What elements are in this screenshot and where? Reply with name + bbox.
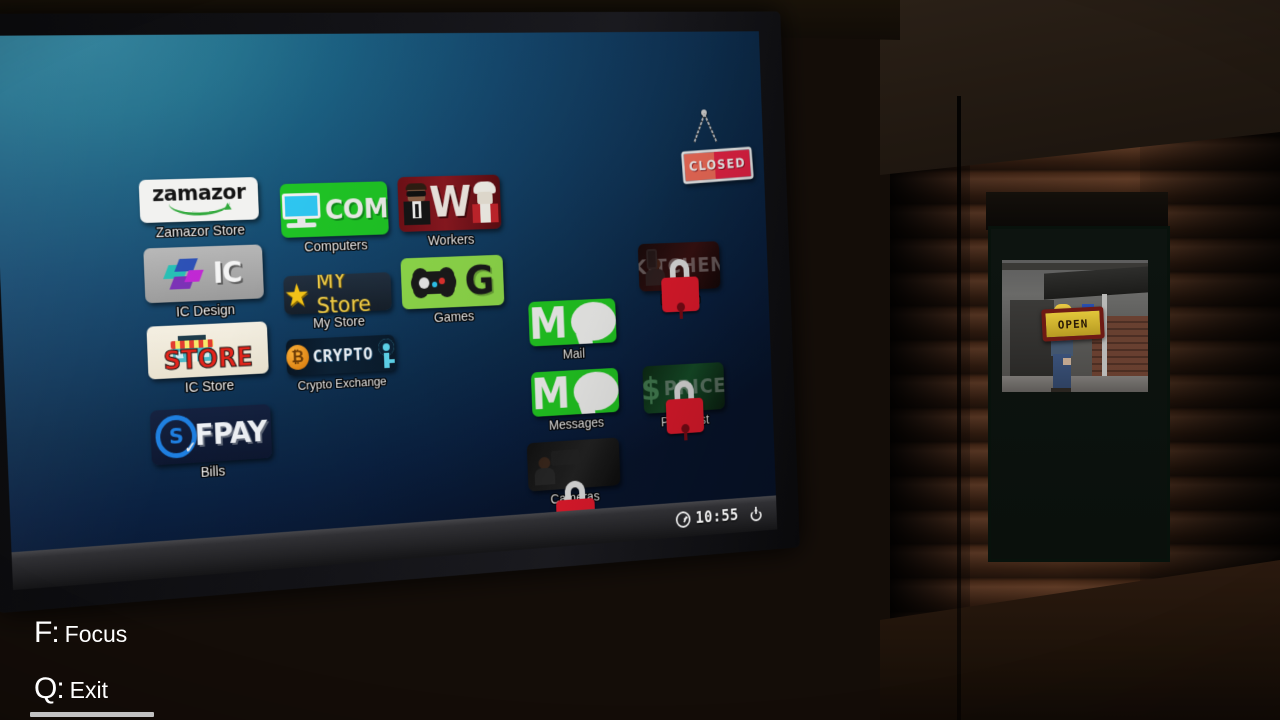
- computers-logo-text: COM: [324, 192, 389, 226]
- monitor-icon: [280, 192, 321, 229]
- games-logo-text: G: [463, 256, 496, 304]
- hud-exit-action: Exit: [69, 677, 109, 703]
- star-icon: ★: [283, 277, 311, 313]
- closed-sign-label: CLOSED: [688, 156, 747, 175]
- hud-focus-key: F:: [34, 616, 60, 649]
- bodyguard-icon: [401, 183, 431, 226]
- bitcoin-icon: ₿: [285, 344, 310, 371]
- desktop-icon-workers[interactable]: W Workers: [397, 174, 502, 250]
- npc-hand: [1063, 358, 1071, 365]
- hud-progress-bar: [30, 712, 154, 717]
- desktop-icon-label: IC Store: [184, 377, 235, 397]
- messages-logo-text: M: [530, 367, 572, 417]
- computers-tile[interactable]: COM: [279, 181, 389, 238]
- street-ground: [1002, 376, 1148, 392]
- key-icon: [376, 338, 396, 369]
- desktop-icon-label: Mail: [562, 346, 586, 363]
- desktop-background[interactable]: CLOSED zamazor Zamazor Store IC IC Desig…: [0, 31, 776, 553]
- ic-design-logo-icon: [163, 256, 208, 293]
- ic-design-tile[interactable]: IC: [143, 244, 265, 304]
- wall-corner-edge: [957, 96, 961, 720]
- desktop-icon-label: IC Design: [175, 302, 236, 321]
- fridge-icon: [646, 248, 658, 270]
- desktop-icon-price-list[interactable]: $ PRICE Price List: [642, 362, 726, 435]
- workers-logo-text: W: [428, 178, 473, 228]
- zamazor-store-tile[interactable]: zamazor: [138, 176, 260, 224]
- lock-icon: [665, 380, 705, 435]
- desktop-icon-ic-store[interactable]: STORE IC Store: [146, 321, 269, 398]
- ic-design-logo-text: IC: [212, 255, 243, 291]
- closed-sign[interactable]: CLOSED: [680, 146, 754, 185]
- mail-logo-text: M: [528, 298, 569, 347]
- game-scene: OPEN CLOSED zamazor Zamazor Store IC IC …: [0, 0, 1280, 720]
- monitor-screen[interactable]: CLOSED zamazor Zamazor Store IC IC Desig…: [0, 31, 778, 591]
- open-sign-label: OPEN: [1057, 316, 1089, 332]
- ic-store-tile[interactable]: STORE: [146, 321, 269, 380]
- sign-chain-left: [693, 113, 706, 143]
- games-tile[interactable]: G: [400, 254, 505, 310]
- zamazor-logo-text: zamazor: [151, 180, 246, 208]
- desktop-icon-kitchen[interactable]: KITCHEN Kitchen: [637, 241, 721, 313]
- gamepad-icon: [410, 266, 457, 299]
- hud-exit-hint: Q: Exit: [34, 672, 108, 706]
- desktop-icon-label: Messages: [548, 415, 605, 434]
- desktop-icon-zamazor-store[interactable]: zamazor Zamazor Store: [138, 176, 260, 242]
- desktop-icon-crypto-exchange[interactable]: ₿ CRYPTO Crypto Exchange: [285, 334, 396, 394]
- desktop-icon-bills[interactable]: S FPAY Bills: [149, 403, 273, 484]
- ic-store-logo-text: STORE: [163, 343, 254, 378]
- desktop-icon-games[interactable]: G Games: [400, 254, 505, 327]
- speech-bubble-icon: [570, 300, 617, 342]
- door-window: OPEN: [1002, 260, 1148, 392]
- speech-bubble-icon: [572, 370, 620, 412]
- desktop-icon-mail[interactable]: M Mail: [528, 298, 617, 364]
- my-store-logo-text: MY Store: [315, 272, 372, 315]
- zamazor-arrow-icon: [168, 201, 231, 217]
- workers-tile[interactable]: W: [397, 174, 502, 233]
- power-icon[interactable]: [749, 506, 762, 521]
- fpay-logo-text: FPAY: [194, 414, 268, 453]
- desktop-icon-messages[interactable]: M Messages: [530, 367, 620, 435]
- fpay-logo-icon: S: [154, 414, 198, 460]
- hud-focus-hint: F: Focus: [34, 616, 127, 650]
- open-sign: OPEN: [1041, 306, 1105, 342]
- desktop-icon-cameras[interactable]: Cameras: [526, 437, 621, 536]
- bills-tile[interactable]: S FPAY: [149, 403, 273, 466]
- clock-icon: [675, 510, 692, 529]
- door-header: [986, 192, 1168, 230]
- crypto-exchange-tile[interactable]: ₿ CRYPTO: [285, 334, 396, 377]
- shop-status-sign[interactable]: CLOSED: [665, 109, 754, 198]
- hud-exit-key: Q:: [34, 672, 65, 705]
- desktop-icon-label: Games: [433, 309, 475, 326]
- crypto-logo-text: CRYPTO: [312, 343, 374, 367]
- desktop-icon-ic-design[interactable]: IC IC Design: [143, 244, 265, 321]
- my-store-tile[interactable]: ★ MY Store: [283, 272, 392, 315]
- chef-icon: [471, 181, 499, 224]
- desktop-icon-label: Zamazor Store: [155, 222, 246, 242]
- taskbar-clock[interactable]: 10:55: [675, 506, 739, 529]
- desktop-icon-label: Computers: [303, 237, 368, 256]
- desktop-icon-computers[interactable]: COM Computers: [279, 181, 389, 256]
- desktop-icon-label: My Store: [312, 314, 366, 332]
- dollar-icon: $: [642, 370, 662, 409]
- mail-tile[interactable]: M: [528, 298, 617, 347]
- messages-tile[interactable]: M: [530, 367, 620, 417]
- desktop-icon-label: Crypto Exchange: [297, 373, 387, 393]
- sign-chain-right: [703, 113, 718, 143]
- cctv-icon: [550, 449, 580, 466]
- desktop-icon-label: Workers: [427, 232, 475, 249]
- lock-icon: [660, 258, 700, 313]
- npc-shoes: [1051, 388, 1071, 392]
- hud-focus-action: Focus: [64, 621, 128, 647]
- desktop-icon-my-store[interactable]: ★ MY Store My Store: [283, 272, 392, 333]
- clock-time: 10:55: [695, 506, 739, 528]
- computer-monitor[interactable]: CLOSED zamazor Zamazor Store IC IC Desig…: [0, 11, 800, 614]
